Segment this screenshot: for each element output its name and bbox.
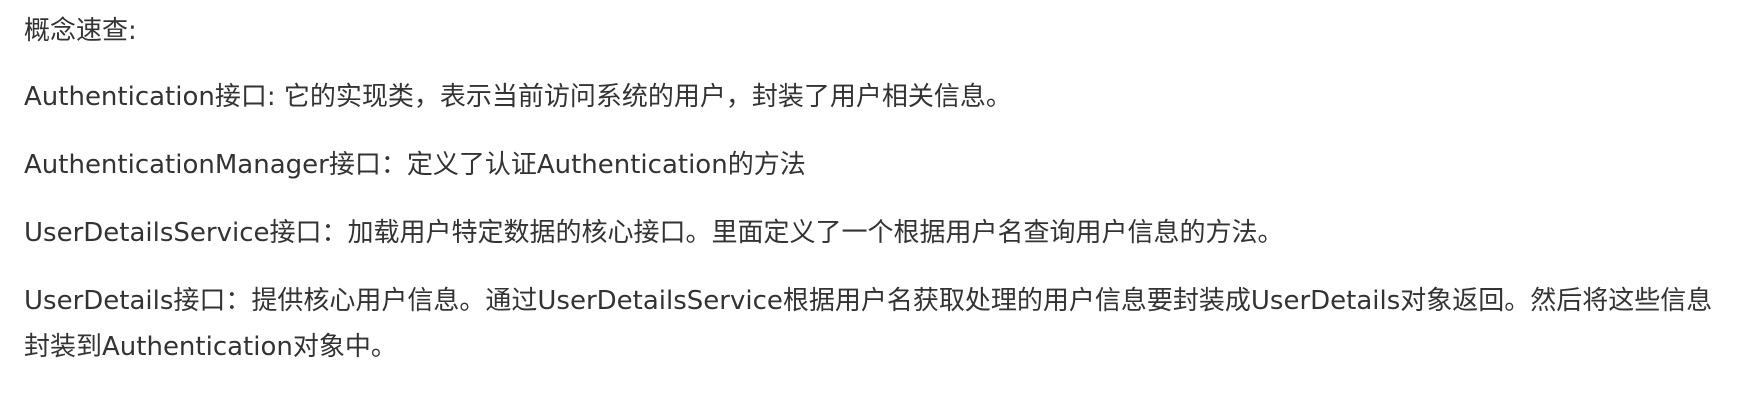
- section-heading: 概念速查:: [24, 16, 137, 46]
- document-body: 概念速查: Authentication接口: 它的实现类，表示当前访问系统的用…: [0, 0, 1748, 370]
- paragraph-user-details: UserDetails接口：提供核心用户信息。通过UserDetailsServ…: [24, 286, 1713, 362]
- paragraph-authentication: Authentication接口: 它的实现类，表示当前访问系统的用户，封装了用…: [24, 82, 1012, 112]
- paragraph-user-details-service: UserDetailsService接口：加载用户特定数据的核心接口。里面定义了…: [24, 218, 1284, 248]
- paragraph-authentication-manager: AuthenticationManager接口：定义了认证Authenticat…: [24, 150, 806, 180]
